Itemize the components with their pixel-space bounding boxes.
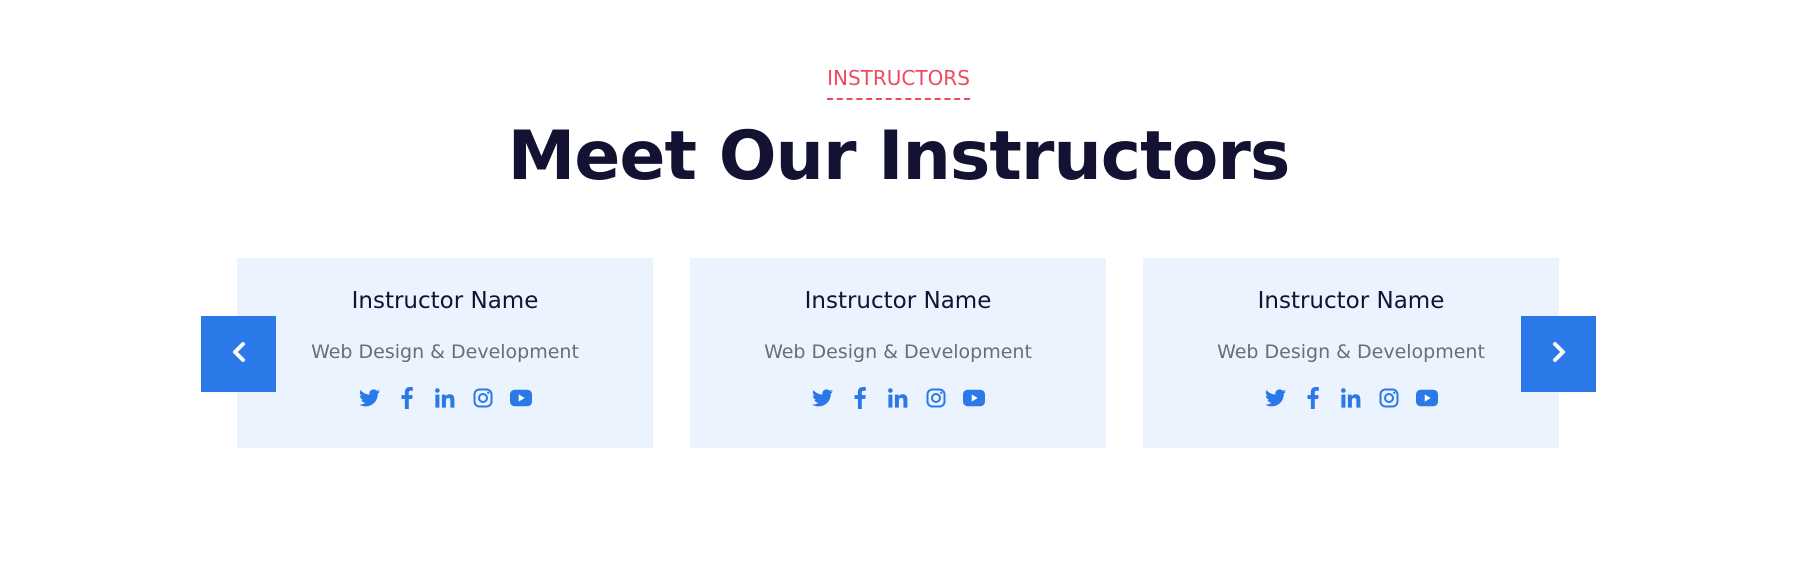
linkedin-icon[interactable] bbox=[887, 387, 909, 409]
instructor-card: Instructor Name Web Design & Development bbox=[690, 258, 1106, 448]
facebook-icon[interactable] bbox=[396, 387, 418, 409]
twitter-icon[interactable] bbox=[811, 387, 833, 409]
facebook-icon[interactable] bbox=[1302, 387, 1324, 409]
chevron-left-icon bbox=[232, 341, 246, 367]
instructor-role: Web Design & Development bbox=[311, 341, 579, 363]
instagram-icon[interactable] bbox=[925, 387, 947, 409]
youtube-icon[interactable] bbox=[510, 387, 532, 409]
eyebrow-label: INSTRUCTORS bbox=[827, 66, 970, 100]
social-links bbox=[1143, 386, 1559, 410]
carousel-prev-button[interactable] bbox=[201, 316, 276, 392]
chevron-right-icon bbox=[1552, 341, 1566, 367]
linkedin-icon[interactable] bbox=[434, 387, 456, 409]
instructor-role: Web Design & Development bbox=[764, 341, 1032, 363]
linkedin-icon[interactable] bbox=[1340, 387, 1362, 409]
social-links bbox=[237, 386, 653, 410]
instagram-icon[interactable] bbox=[1378, 387, 1400, 409]
youtube-icon[interactable] bbox=[963, 387, 985, 409]
instructor-name: Instructor Name bbox=[351, 288, 539, 314]
instructors-section: INSTRUCTORS Meet Our Instructors Instruc… bbox=[0, 0, 1797, 575]
twitter-icon[interactable] bbox=[1264, 387, 1286, 409]
instagram-icon[interactable] bbox=[472, 387, 494, 409]
section-heading: Meet Our Instructors bbox=[507, 117, 1291, 196]
facebook-icon[interactable] bbox=[849, 387, 871, 409]
instructor-card: Instructor Name Web Design & Development bbox=[237, 258, 653, 448]
instructor-name: Instructor Name bbox=[1257, 288, 1445, 314]
carousel-next-button[interactable] bbox=[1521, 316, 1596, 392]
instructor-name: Instructor Name bbox=[804, 288, 992, 314]
youtube-icon[interactable] bbox=[1416, 387, 1438, 409]
instructor-role: Web Design & Development bbox=[1217, 341, 1485, 363]
instructor-card: Instructor Name Web Design & Development bbox=[1143, 258, 1559, 448]
social-links bbox=[690, 386, 1106, 410]
twitter-icon[interactable] bbox=[358, 387, 380, 409]
section-eyebrow: INSTRUCTORS bbox=[0, 66, 1797, 100]
